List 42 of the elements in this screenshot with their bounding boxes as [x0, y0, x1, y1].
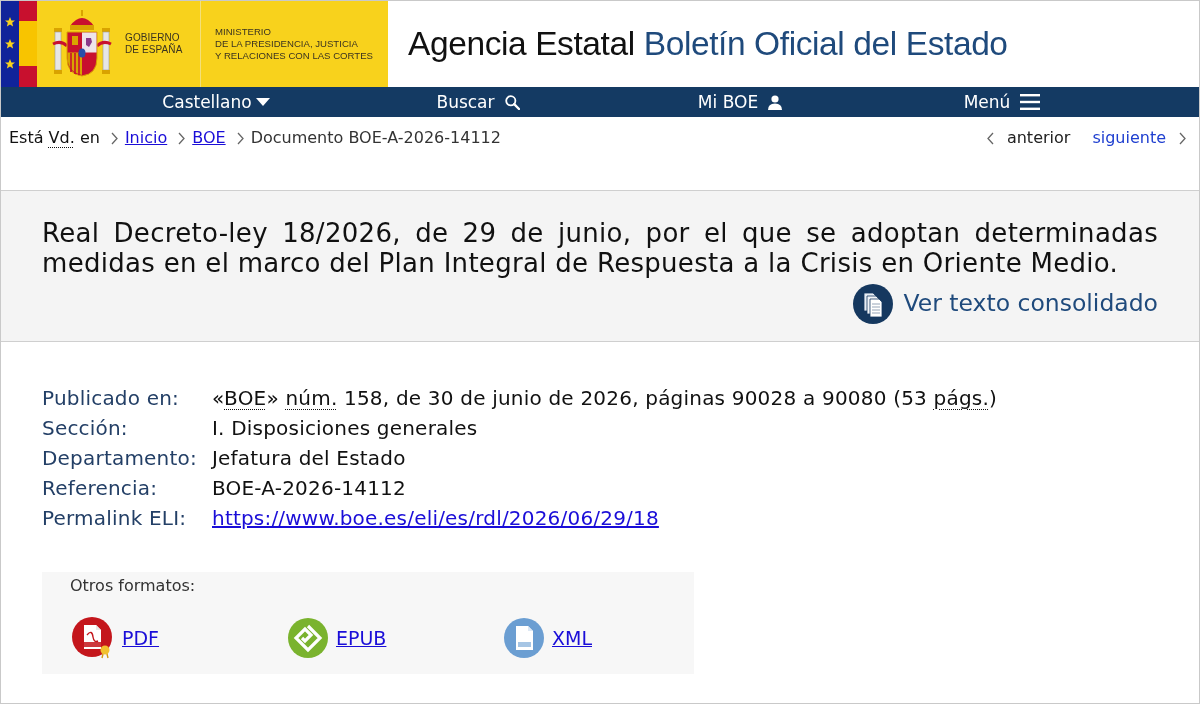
field-value: Jefatura del Estado — [212, 445, 406, 472]
search-button[interactable]: Buscar — [432, 87, 524, 117]
search-icon — [504, 94, 520, 110]
chevron-right-icon — [109, 131, 119, 145]
menu-button[interactable]: Menú — [959, 87, 1045, 117]
account-button[interactable]: Mi BOE — [693, 87, 787, 117]
field-label: Sección: — [42, 415, 129, 442]
user-icon — [768, 94, 783, 110]
caret-down-icon — [255, 98, 270, 106]
ebook-icon — [288, 618, 328, 658]
field-label: Permalink ELI: — [42, 505, 188, 532]
menu-icon — [1020, 94, 1041, 110]
format-link[interactable]: EPUB — [336, 623, 387, 653]
certified-document-icon — [72, 617, 114, 659]
breadcrumb-current: Documento BOE-A-2026-14112 — [250, 127, 501, 149]
documents-icon — [853, 284, 894, 324]
field-value: I. Disposiciones generales — [212, 415, 478, 442]
field-label: Referencia: — [42, 475, 159, 502]
chevron-left-icon — [985, 131, 995, 145]
breadcrumb-link[interactable]: Inicio — [124, 126, 168, 150]
field-value: BOE-A-2026-14112 — [212, 475, 406, 502]
next-link[interactable]: siguiente — [1092, 126, 1187, 150]
field-label: Publicado en: — [42, 385, 181, 412]
permalink-link[interactable]: https://www.boe.es/eli/es/rdl/2026/06/29/18 — [212, 503, 659, 533]
document-icon — [504, 618, 544, 658]
language-button[interactable]: Castellano — [158, 87, 274, 117]
field-label: Departamento: — [42, 445, 198, 472]
format-link[interactable]: XML — [552, 623, 592, 653]
consolidated-text-link[interactable]: Ver texto consolidado — [853, 284, 1158, 324]
ministry-name: MINISTERIO DE LA PRESIDENCIA, JUSTICIA Y RELACIONES CON LAS CORTES — [215, 26, 373, 62]
chevron-right-icon — [177, 131, 187, 145]
coat-of-arms-icon — [51, 8, 113, 80]
chevron-right-icon — [1178, 131, 1187, 145]
government-name: GOBIERNO DE ESPAÑA — [125, 32, 184, 56]
site-title: Agencia Estatal Boletín Oficial del Estado — [408, 23, 1008, 64]
chevron-right-icon — [235, 131, 245, 145]
breadcrumb-label: Está Vd. en — [9, 127, 100, 149]
formats-label: Otros formatos: — [70, 575, 196, 597]
document-title: Real Decreto-ley 18/2026, de 29 de junio, por el que se adoptan determinadas medidas en el marco del Plan Integral de Respuesta a la Crisis en Oriente Medio. — [42, 218, 1158, 278]
format-link[interactable]: PDF — [122, 623, 160, 653]
breadcrumb-link[interactable]: BOE — [192, 126, 226, 150]
field-value: «BOE» núm. 158, de 30 de junio de 2026, páginas 90028 a 90080 (53 págs.) — [212, 385, 997, 412]
